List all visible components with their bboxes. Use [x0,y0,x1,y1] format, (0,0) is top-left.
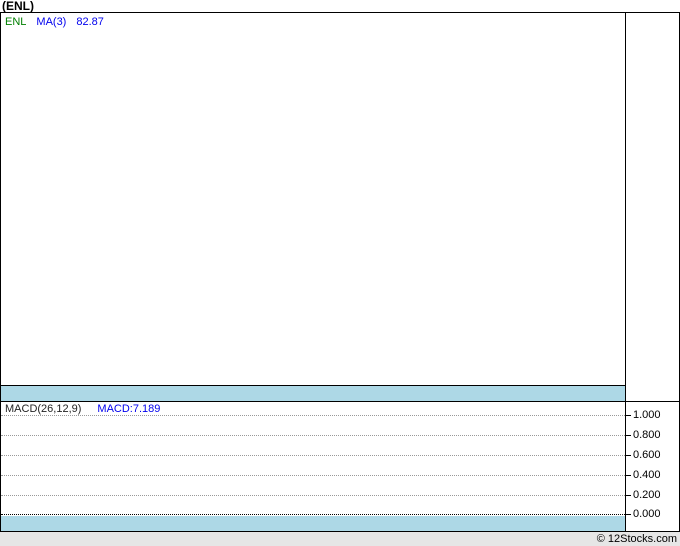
axis-tick-mark [625,435,631,436]
axis-tick-mark [625,495,631,496]
macd-value-label: MACD:7.189 [97,403,161,415]
ma-label: MA(3) [36,16,67,28]
macd-axis-tick-label: 0.000 [633,508,661,520]
ma-value-label: 82.87 [76,16,104,28]
macd-gridline [1,495,625,496]
price-panel-legend: ENL MA(3) 82.87 [5,16,104,28]
macd-indicator-label: MACD(26,12,9) [5,403,82,415]
macd-panel-legend: MACD(26,12,9) MACD:7.189 [5,403,160,415]
macd-gridline [1,415,625,416]
macd-axis-tick-label: 0.400 [633,469,661,481]
macd-axis-tick-label: 0.800 [633,429,661,441]
footer: © 12Stocks.com [0,532,680,546]
chart-title: (ENL) [2,0,34,13]
panel-separator-bottom [1,516,625,531]
macd-gridline [1,455,625,456]
macd-panel: MACD(26,12,9) MACD:7.189 [1,402,625,516]
macd-gridline [1,435,625,436]
macd-gridline [1,475,625,476]
macd-zero-gridline [1,514,625,515]
axis-tick-mark [625,455,631,456]
symbol-label: ENL [5,16,27,28]
macd-axis-tick-label: 0.600 [633,449,661,461]
stock-chart-screen: (ENL) ENL MA(3) 82.87 MACD(26,12,9) MACD:7.… [0,0,680,546]
macd-axis-tick-label: 1.000 [633,409,661,421]
axis-tick-mark [625,415,631,416]
axis-tick-mark [625,514,631,515]
axis-divider-line [625,12,626,531]
axis-tick-mark [625,475,631,476]
price-panel: ENL MA(3) 82.87 [1,13,625,385]
macd-axis-tick-label: 0.200 [633,489,661,501]
panel-separator-top [1,386,625,401]
copyright-text: © 12Stocks.com [596,533,677,545]
